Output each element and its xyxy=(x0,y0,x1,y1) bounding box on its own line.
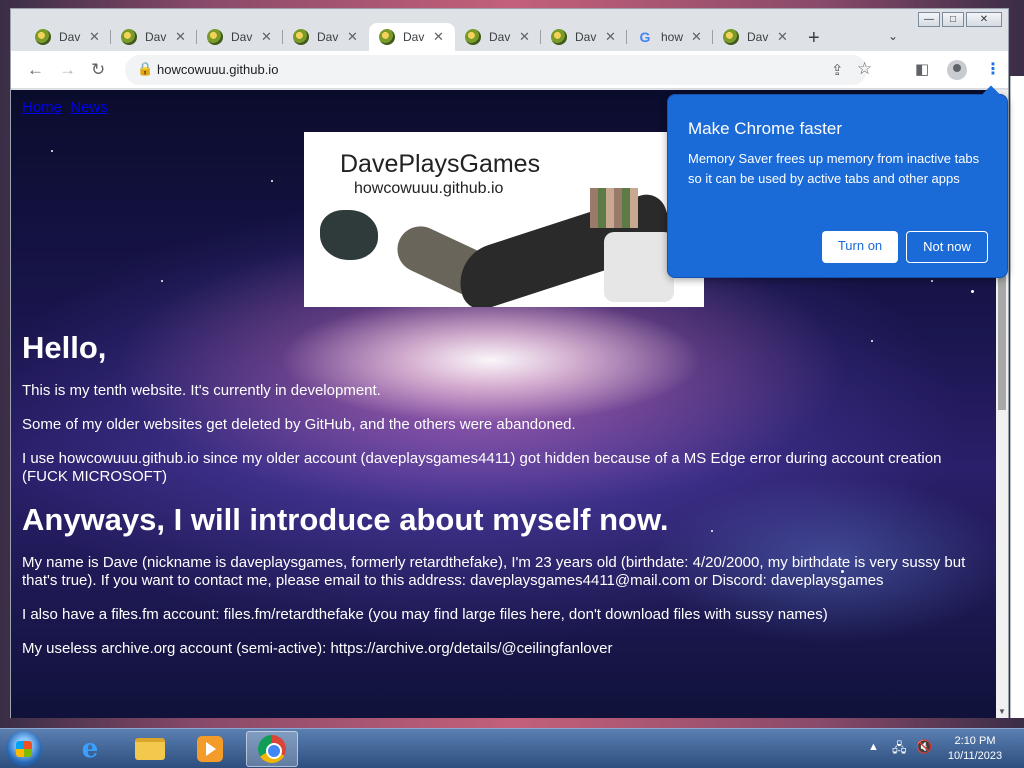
dave-globe-icon xyxy=(379,29,395,45)
dave-globe-icon xyxy=(207,29,223,45)
dave-globe-icon xyxy=(723,29,739,45)
tab-1[interactable]: Dav ✕ xyxy=(111,23,197,51)
forward-arrow-icon[interactable]: → xyxy=(59,60,76,80)
tab-title: Dav xyxy=(403,30,425,44)
paragraph-about-me: My name is Dave (nickname is daveplaysga… xyxy=(22,554,966,589)
paragraph-files-fm: I also have a files.fm account: files.fm… xyxy=(22,606,828,623)
close-tab-icon[interactable]: ✕ xyxy=(605,29,616,45)
new-tab-button[interactable]: + xyxy=(808,27,820,50)
dave-globe-icon xyxy=(35,29,51,45)
banner-figure-shirt xyxy=(604,232,674,302)
close-tab-icon[interactable]: ✕ xyxy=(175,29,186,45)
tab-title: Dav xyxy=(747,30,769,44)
close-tab-icon[interactable]: ✕ xyxy=(89,29,100,45)
network-icon[interactable]: 🖧 xyxy=(892,739,907,761)
start-button-icon[interactable] xyxy=(6,731,42,767)
kebab-menu-icon[interactable]: ⋮ xyxy=(985,59,1001,79)
tab-title: Dav xyxy=(231,30,253,44)
popup-title: Make Chrome faster xyxy=(688,119,842,138)
share-icon[interactable]: ⇪ xyxy=(831,61,844,79)
banner-title: DavePlaysGames xyxy=(340,150,541,178)
tab-3[interactable]: Dav ✕ xyxy=(283,23,369,51)
popup-body: Memory Saver frees up memory from inacti… xyxy=(688,151,980,186)
tab-title: Dav xyxy=(59,30,81,44)
back-arrow-icon[interactable]: ← xyxy=(27,60,44,80)
side-panel-icon[interactable]: ◧ xyxy=(915,60,929,80)
background-window-edge xyxy=(1010,76,1024,718)
clock-time: 2:10 PM xyxy=(954,735,996,747)
paragraph-account: I use howcowuuu.github.io since my older… xyxy=(22,450,942,485)
dave-globe-icon xyxy=(551,29,567,45)
tab-search-button[interactable]: ⌄ xyxy=(888,29,898,43)
tab-5[interactable]: Dav ✕ xyxy=(455,23,541,51)
dave-globe-icon xyxy=(121,29,137,45)
system-clock[interactable]: 2:10 PM 10/11/2023 xyxy=(940,734,1010,764)
dave-globe-icon xyxy=(293,29,309,45)
nav-link-news[interactable]: News xyxy=(70,99,108,116)
tab-title: how xyxy=(661,30,683,44)
paragraph-older-sites: Some of my older websites get deleted by… xyxy=(22,416,576,433)
banner-subtitle: howcowuuu.github.io xyxy=(354,180,504,197)
dave-globe-icon xyxy=(465,29,481,45)
lock-icon: 🔒 xyxy=(137,61,154,76)
close-tab-icon[interactable]: ✕ xyxy=(691,29,702,45)
close-tab-icon[interactable]: ✕ xyxy=(519,29,530,45)
taskbar-media-player[interactable] xyxy=(184,731,236,767)
close-tab-icon[interactable]: ✕ xyxy=(261,29,272,45)
page-content: Hello, This is my tenth website. It's cu… xyxy=(22,330,972,674)
internet-explorer-icon: e xyxy=(81,734,99,764)
tab-7[interactable]: G how ✕ xyxy=(627,23,713,51)
windows-taskbar: e ▲ 🖧 🔇 2:10 PM 10/11/2023 xyxy=(0,728,1024,768)
close-tab-icon[interactable]: ✕ xyxy=(433,29,444,45)
tab-6[interactable]: Dav ✕ xyxy=(541,23,627,51)
taskbar-file-explorer[interactable] xyxy=(124,731,176,767)
address-bar[interactable]: 🔒 howcowuuu.github.io ⇪ ☆ xyxy=(125,55,872,85)
volume-muted-icon[interactable]: 🔇 xyxy=(916,739,932,755)
google-icon: G xyxy=(639,29,651,45)
paragraph-archive-org: My useless archive.org account (semi-act… xyxy=(22,640,613,657)
tab-title: Dav xyxy=(145,30,167,44)
heading-about: Anyways, I will introduce about myself n… xyxy=(22,502,669,537)
browser-toolbar: ← → ↻ 🔒 howcowuuu.github.io ⇪ ☆ ◧ ⋮ xyxy=(11,51,1008,89)
media-player-icon xyxy=(197,736,223,762)
banner-pixelated-face xyxy=(590,188,638,228)
tab-title: Dav xyxy=(575,30,597,44)
tab-strip: Dav ✕ Dav ✕ Dav ✕ Dav ✕ Dav ✕ Dav ✕ Dav … xyxy=(11,23,1010,51)
turn-on-button[interactable]: Turn on xyxy=(822,231,898,263)
url-text[interactable]: howcowuuu.github.io xyxy=(157,62,278,77)
taskbar-chrome[interactable] xyxy=(246,731,298,767)
tab-title: Dav xyxy=(317,30,339,44)
nav-link-home[interactable]: Home xyxy=(22,99,62,116)
banner-scribble xyxy=(320,210,378,260)
tab-title: Dav xyxy=(489,30,511,44)
site-banner-image: DavePlaysGames howcowuuu.github.io xyxy=(304,132,704,307)
tab-4-active[interactable]: Dav ✕ xyxy=(369,23,455,51)
bookmark-star-icon[interactable]: ☆ xyxy=(857,59,872,79)
close-tab-icon[interactable]: ✕ xyxy=(347,29,358,45)
scrollbar-thumb[interactable] xyxy=(998,266,1006,410)
show-hidden-icons-arrow[interactable]: ▲ xyxy=(868,741,879,753)
memory-saver-popup: Make Chrome faster Memory Saver frees up… xyxy=(667,85,1008,278)
heading-hello: Hello, xyxy=(22,330,107,365)
clock-date: 10/11/2023 xyxy=(947,750,1003,762)
not-now-button[interactable]: Not now xyxy=(906,231,988,263)
folder-icon xyxy=(135,738,165,760)
taskbar-internet-explorer[interactable]: e xyxy=(64,731,116,767)
tab-8[interactable]: Dav ✕ xyxy=(713,23,799,51)
tab-2[interactable]: Dav ✕ xyxy=(197,23,283,51)
tab-0[interactable]: Dav ✕ xyxy=(25,23,111,51)
site-nav: Home News xyxy=(22,99,112,116)
close-tab-icon[interactable]: ✕ xyxy=(777,29,788,45)
chrome-icon xyxy=(258,735,286,763)
paragraph-intro: This is my tenth website. It's currently… xyxy=(22,382,381,399)
reload-icon[interactable]: ↻ xyxy=(91,60,105,80)
profile-avatar-icon[interactable] xyxy=(947,60,967,80)
scroll-down-arrow-icon[interactable]: ▼ xyxy=(998,707,1006,716)
